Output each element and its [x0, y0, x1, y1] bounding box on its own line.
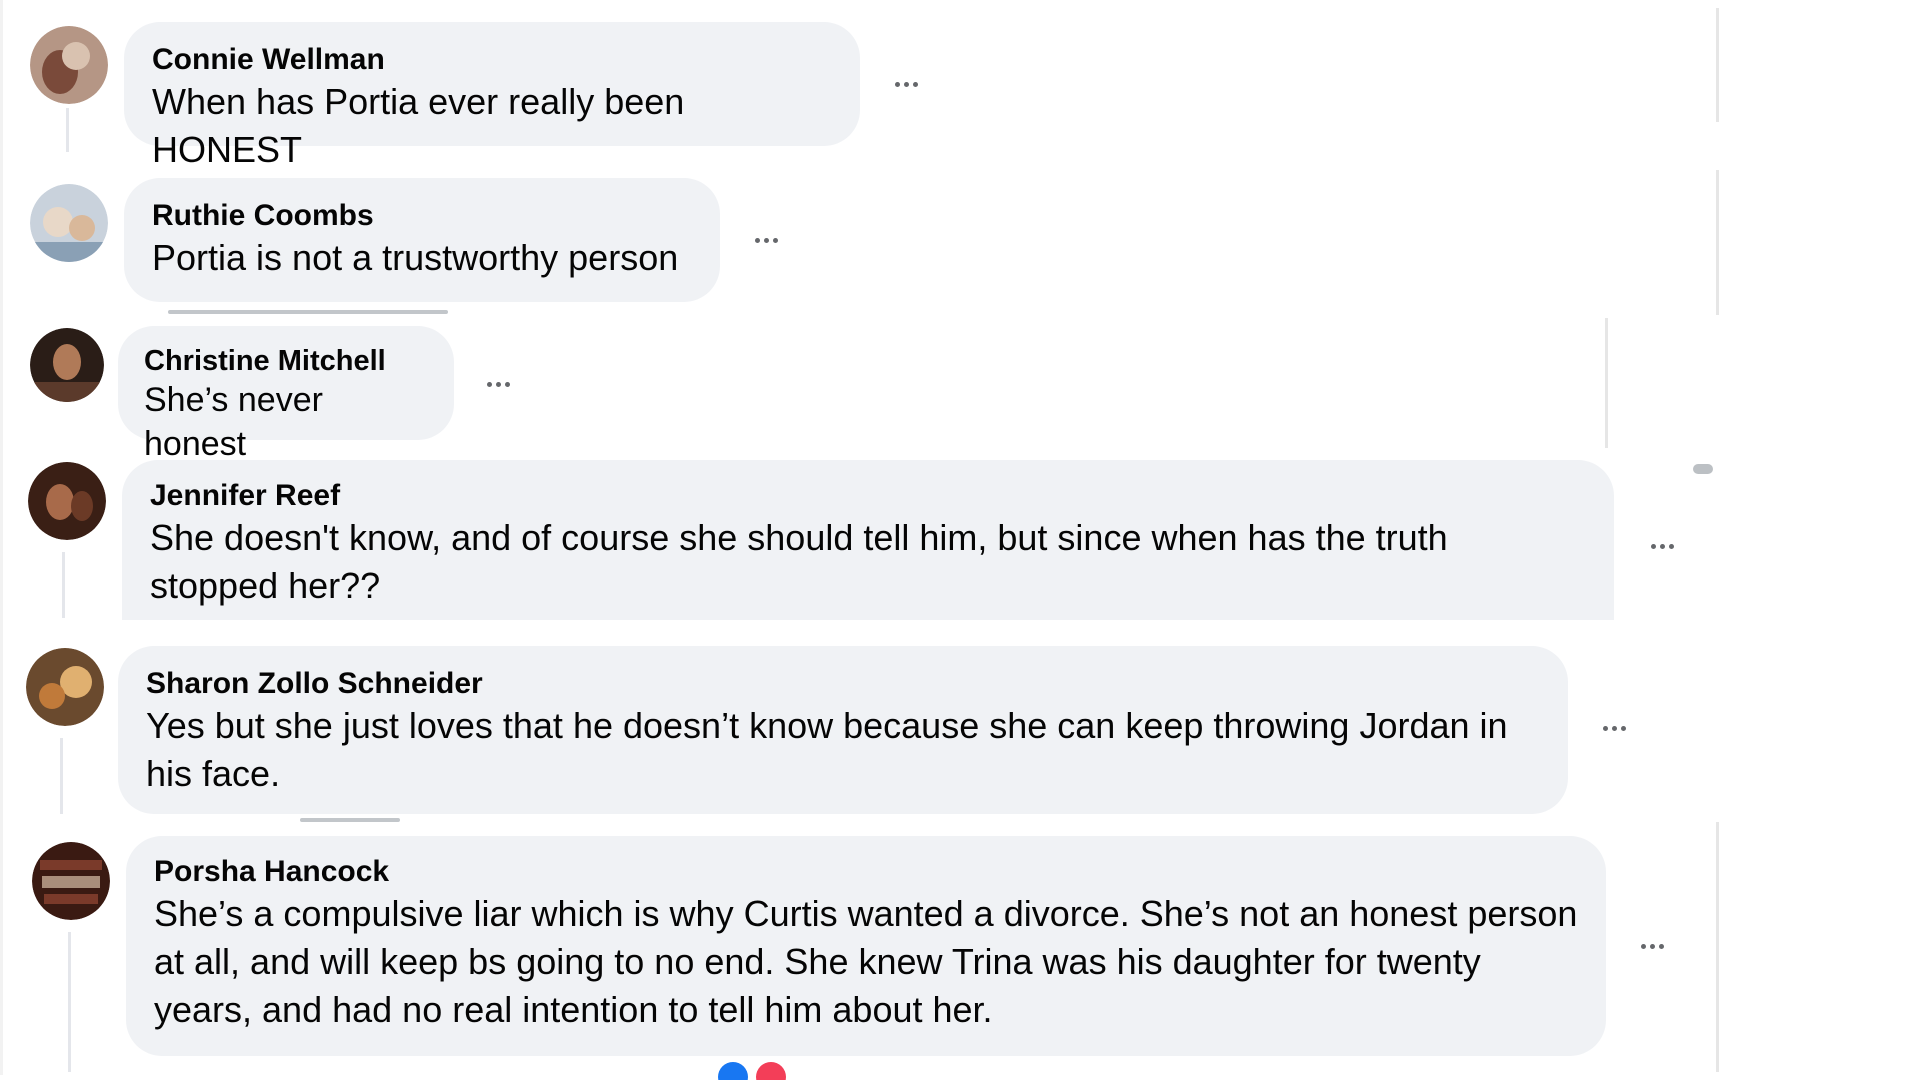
avatar[interactable] [28, 462, 106, 540]
avatar[interactable] [30, 26, 108, 104]
more-options-icon[interactable] [1628, 922, 1676, 970]
thread-line [68, 932, 71, 1072]
comment-text: Yes but she just loves that he doesn’t k… [146, 705, 1508, 794]
more-options-icon[interactable] [1638, 522, 1686, 570]
comment-bubble: Ruthie Coombs Portia is not a trustworth… [124, 178, 720, 302]
thread-line [66, 108, 69, 152]
panel-edge [1605, 318, 1608, 448]
comment-author[interactable]: Ruthie Coombs [152, 198, 692, 234]
comment-bubble: Porsha Hancock She’s a compulsive liar w… [126, 836, 1606, 1056]
comment-text: Portia is not a trustworthy person [152, 237, 679, 278]
comment-author[interactable]: Christine Mitchell [144, 344, 428, 378]
thread-line [62, 552, 65, 618]
obscured-text [168, 310, 448, 314]
panel-edge [1716, 8, 1719, 122]
more-options-icon[interactable] [742, 216, 790, 264]
thread-line [60, 738, 63, 814]
comment-author[interactable]: Connie Wellman [152, 42, 832, 78]
comment-text: She’s a compulsive liar which is why Cur… [154, 893, 1578, 1030]
obscured-text [300, 818, 400, 822]
panel-edge-left [0, 0, 3, 1075]
avatar[interactable] [26, 648, 104, 726]
comment-text: She’s never honest [144, 381, 323, 463]
avatar[interactable] [30, 328, 104, 402]
comment-bubble: Jennifer Reef She doesn't know, and of c… [122, 460, 1614, 620]
panel-edge [1716, 822, 1719, 1072]
comment-author[interactable]: Sharon Zollo Schneider [146, 666, 1540, 702]
comments-panel: Connie Wellman When has Portia ever real… [0, 0, 1920, 1080]
avatar[interactable] [32, 842, 110, 920]
panel-edge [1716, 170, 1719, 315]
more-options-icon[interactable] [474, 360, 522, 408]
scrollbar-thumb[interactable] [1693, 464, 1713, 474]
comment-author[interactable]: Porsha Hancock [154, 854, 1578, 890]
comment-text: She doesn't know, and of course she shou… [150, 517, 1448, 606]
avatar[interactable] [30, 184, 108, 262]
comment-bubble: Connie Wellman When has Portia ever real… [124, 22, 860, 170]
more-options-icon[interactable] [882, 60, 930, 108]
comment-author[interactable]: Jennifer Reef [150, 478, 1586, 514]
comment-text: When has Portia ever really been HONEST [152, 81, 685, 170]
comment-bubble: Sharon Zollo Schneider Yes but she just … [118, 646, 1568, 814]
more-options-icon[interactable] [1590, 704, 1638, 752]
comment-bubble: Christine Mitchell She’s never honest [118, 326, 454, 463]
love-reaction-icon[interactable] [756, 1062, 786, 1080]
like-reaction-icon[interactable] [718, 1062, 748, 1080]
